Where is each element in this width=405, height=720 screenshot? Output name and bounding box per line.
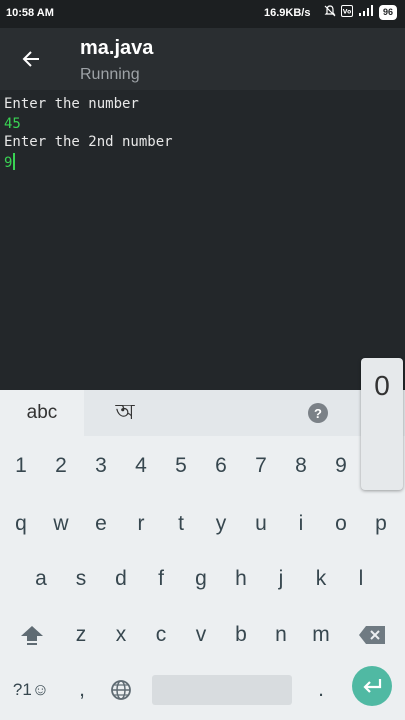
key-preview-popup: 0 bbox=[361, 358, 403, 490]
key-u[interactable]: u bbox=[241, 500, 281, 548]
current-input: 9 bbox=[4, 155, 13, 171]
globe-icon bbox=[111, 680, 131, 700]
text-cursor bbox=[13, 153, 16, 170]
key-s[interactable]: s bbox=[61, 555, 101, 603]
backspace-icon bbox=[359, 626, 385, 644]
period-key[interactable]: . bbox=[301, 666, 341, 714]
key-2[interactable]: 2 bbox=[41, 442, 81, 490]
run-status: Running bbox=[80, 66, 140, 83]
key-c[interactable]: c bbox=[141, 611, 181, 659]
shift-key[interactable] bbox=[12, 611, 52, 659]
keyboard-layout-bengali[interactable]: অ bbox=[100, 390, 150, 436]
language-switch-key[interactable] bbox=[101, 666, 141, 714]
console-input-line: 45 bbox=[4, 116, 21, 132]
help-icon[interactable]: ? bbox=[308, 403, 328, 423]
key-f[interactable]: f bbox=[141, 555, 181, 603]
status-time: 10:58 AM bbox=[6, 7, 54, 19]
network-speed: 16.9KB/s bbox=[264, 7, 311, 19]
app-bar: ma.java Running bbox=[0, 28, 405, 90]
key-g[interactable]: g bbox=[181, 555, 221, 603]
key-w[interactable]: w bbox=[41, 500, 81, 548]
console-line: Enter the number bbox=[4, 96, 139, 112]
comma-key[interactable]: , bbox=[62, 666, 102, 714]
status-icons: Vo 96 bbox=[324, 5, 397, 20]
key-j[interactable]: j bbox=[261, 555, 301, 603]
key-h[interactable]: h bbox=[221, 555, 261, 603]
mute-alarm-icon bbox=[324, 5, 336, 20]
key-v[interactable]: v bbox=[181, 611, 221, 659]
key-4[interactable]: 4 bbox=[121, 442, 161, 490]
key-e[interactable]: e bbox=[81, 500, 121, 548]
keyboard-layout-abc[interactable]: abc bbox=[0, 390, 84, 436]
signal-icon bbox=[358, 5, 374, 20]
key-z[interactable]: z bbox=[61, 611, 101, 659]
key-y[interactable]: y bbox=[201, 500, 241, 548]
key-o[interactable]: o bbox=[321, 500, 361, 548]
key-x[interactable]: x bbox=[101, 611, 141, 659]
key-n[interactable]: n bbox=[261, 611, 301, 659]
key-3[interactable]: 3 bbox=[81, 442, 121, 490]
key-7[interactable]: 7 bbox=[241, 442, 281, 490]
enter-icon bbox=[363, 679, 382, 693]
key-p[interactable]: p bbox=[361, 500, 401, 548]
key-i[interactable]: i bbox=[281, 500, 321, 548]
key-m[interactable]: m bbox=[301, 611, 341, 659]
console-line: Enter the 2nd number bbox=[4, 134, 173, 150]
arrow-left-icon bbox=[22, 51, 39, 67]
battery-icon: 96 bbox=[378, 5, 397, 20]
key-b[interactable]: b bbox=[221, 611, 261, 659]
suggestion-bar: abc অ ? bbox=[0, 390, 405, 436]
key-preview-label: 0 bbox=[374, 370, 390, 401]
key-8[interactable]: 8 bbox=[281, 442, 321, 490]
key-6[interactable]: 6 bbox=[201, 442, 241, 490]
key-1[interactable]: 1 bbox=[1, 442, 41, 490]
svg-text:Vo: Vo bbox=[343, 9, 351, 16]
key-t[interactable]: t bbox=[161, 500, 201, 548]
key-r[interactable]: r bbox=[121, 500, 161, 548]
key-d[interactable]: d bbox=[101, 555, 141, 603]
key-9[interactable]: 9 bbox=[321, 442, 361, 490]
key-k[interactable]: k bbox=[301, 555, 341, 603]
enter-key[interactable] bbox=[352, 666, 392, 706]
key-5[interactable]: 5 bbox=[161, 442, 201, 490]
backspace-key[interactable] bbox=[352, 611, 392, 659]
page-title: ma.java bbox=[80, 37, 154, 59]
space-key[interactable] bbox=[152, 675, 292, 705]
key-l[interactable]: l bbox=[341, 555, 381, 603]
back-button[interactable] bbox=[14, 42, 48, 76]
key-q[interactable]: q bbox=[1, 500, 41, 548]
key-a[interactable]: a bbox=[21, 555, 61, 603]
console-input-line[interactable]: 9 bbox=[4, 153, 16, 171]
volte-icon: Vo bbox=[340, 5, 353, 20]
status-bar: 10:58 AM 16.9KB/s Vo 96 bbox=[0, 0, 405, 28]
symbols-key[interactable]: ?1☺ bbox=[8, 666, 54, 714]
shift-icon bbox=[21, 626, 43, 645]
soft-keyboard: abc অ ? 0 1 2 3 4 5 6 7 8 9 q w e r t y … bbox=[0, 358, 405, 720]
console-output[interactable]: Enter the number 45 Enter the 2nd number… bbox=[0, 90, 405, 390]
